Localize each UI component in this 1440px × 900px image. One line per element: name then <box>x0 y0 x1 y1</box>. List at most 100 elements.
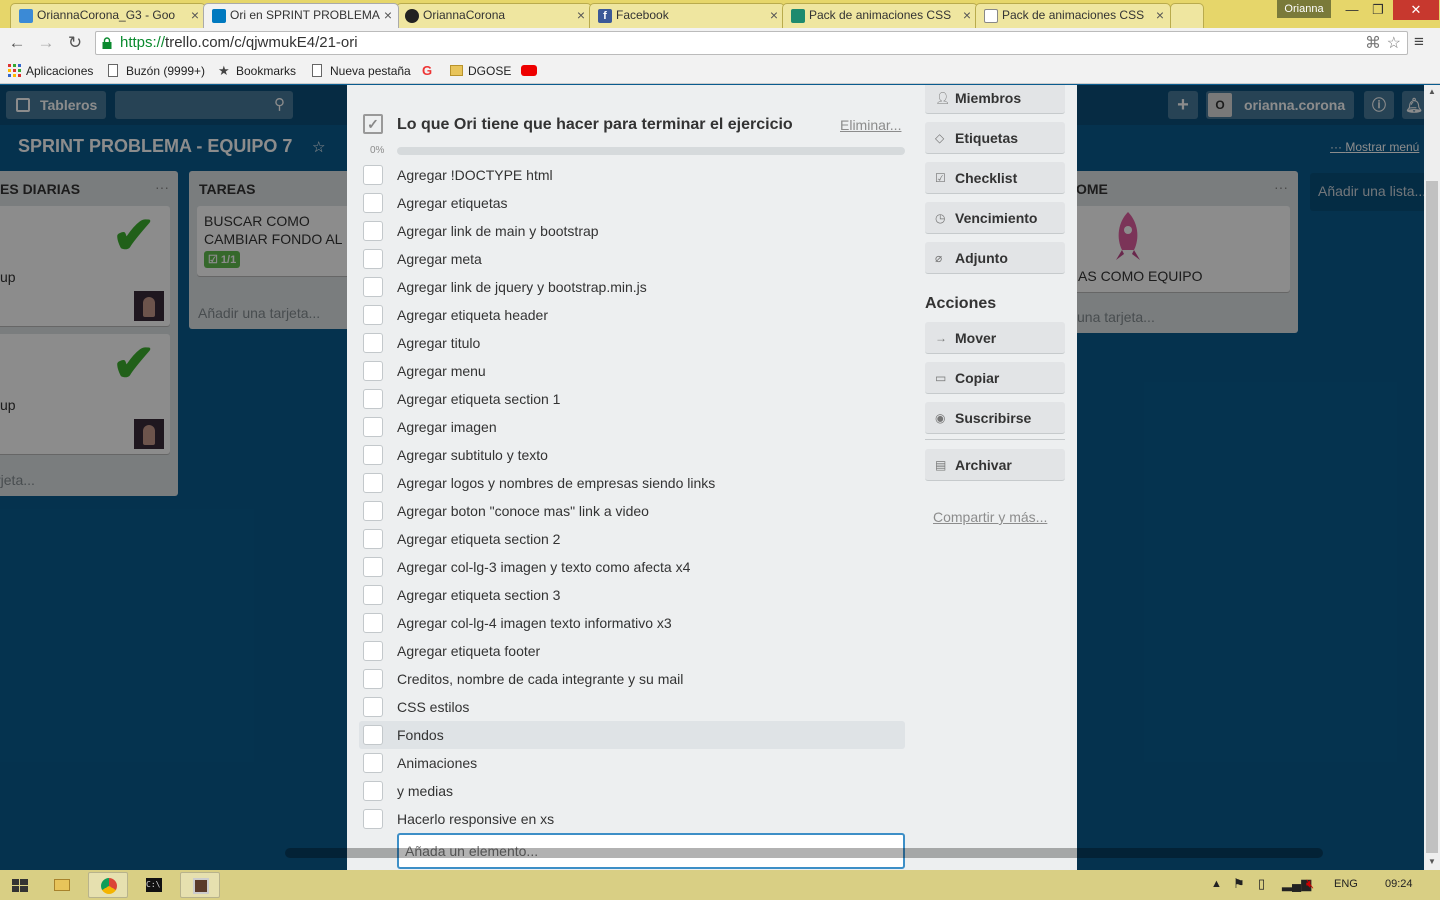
close-icon[interactable]: × <box>577 4 585 27</box>
bookmark-apps[interactable]: Aplicaciones <box>8 63 93 79</box>
checklist-item[interactable]: Agregar col-lg-3 imagen y texto como afe… <box>359 553 905 581</box>
checklist-item[interactable]: Agregar subtitulo y texto <box>359 441 905 469</box>
checklist-item[interactable]: Agregar boton "conoce mas" link a video <box>359 497 905 525</box>
item-text[interactable]: Agregar etiqueta header <box>397 307 548 323</box>
item-text[interactable]: Agregar boton "conoce mas" link a video <box>397 503 649 519</box>
checklist-item[interactable]: Agregar imagen <box>359 413 905 441</box>
clock[interactable]: 09:24 <box>1385 878 1413 890</box>
item-checkbox[interactable] <box>363 585 383 605</box>
item-text[interactable]: Agregar etiquetas <box>397 195 508 211</box>
checklist-item[interactable]: CSS estilos <box>359 693 905 721</box>
due-date-button[interactable]: ◷ Vencimiento <box>925 202 1065 234</box>
item-text[interactable]: Agregar imagen <box>397 419 497 435</box>
checklist-item[interactable]: Agregar etiqueta section 3 <box>359 581 905 609</box>
checklist-item[interactable]: Agregar meta <box>359 245 905 273</box>
tray-expand-icon[interactable]: ▲ <box>1211 878 1222 890</box>
item-checkbox[interactable] <box>363 529 383 549</box>
checklist-item[interactable]: Agregar col-lg-4 imagen texto informativ… <box>359 609 905 637</box>
scrollbar-thumb[interactable] <box>285 848 1323 858</box>
browser-tab[interactable]: Pack de animaciones CSS × <box>975 3 1171 28</box>
item-checkbox[interactable] <box>363 417 383 437</box>
bookmark-nueva-pestana[interactable]: Nueva pestaña <box>312 63 411 79</box>
checklist-item[interactable]: Animaciones <box>359 749 905 777</box>
item-text[interactable]: y medias <box>397 783 453 799</box>
subscribe-button[interactable]: ◉ Suscribirse <box>925 402 1065 434</box>
item-text[interactable]: Hacerlo responsive en xs <box>397 811 554 827</box>
scrollbar-thumb[interactable] <box>1426 181 1438 853</box>
checklist-title[interactable]: Lo que Ori tiene que hacer para terminar… <box>397 116 793 134</box>
horizontal-scrollbar[interactable] <box>10 846 1420 860</box>
checklist-item[interactable]: Agregar etiqueta header <box>359 301 905 329</box>
item-checkbox[interactable] <box>363 725 383 745</box>
reload-icon[interactable]: ↻ <box>64 32 86 54</box>
item-checkbox[interactable] <box>363 641 383 661</box>
item-text[interactable]: Agregar etiqueta footer <box>397 643 540 659</box>
browser-menu-icon[interactable]: ≡ <box>1414 32 1424 52</box>
item-checkbox[interactable] <box>363 305 383 325</box>
terminal-button[interactable]: C:\ <box>134 872 174 898</box>
item-text[interactable]: Fondos <box>397 727 444 743</box>
flag-icon[interactable]: ⚑ <box>1233 876 1245 892</box>
item-checkbox[interactable] <box>363 165 383 185</box>
item-checkbox[interactable] <box>363 697 383 717</box>
item-checkbox[interactable] <box>363 501 383 521</box>
browser-tab[interactable]: OriannaCorona × <box>396 3 592 28</box>
close-icon[interactable]: × <box>770 4 778 27</box>
new-tab-button[interactable] <box>1170 3 1204 28</box>
bookmark-youtube[interactable] <box>521 63 537 79</box>
browser-tab[interactable]: OriannaCorona_G3 - Goo × <box>10 3 206 28</box>
bookmark-star-icon[interactable]: ☆ <box>1387 33 1401 55</box>
item-text[interactable]: Agregar subtitulo y texto <box>397 447 548 463</box>
item-checkbox[interactable] <box>363 361 383 381</box>
archive-button[interactable]: ▤ Archivar <box>925 449 1065 481</box>
item-text[interactable]: Agregar col-lg-3 imagen y texto como afe… <box>397 559 690 575</box>
language-indicator[interactable]: ENG <box>1334 878 1358 890</box>
checklist-item[interactable]: y medias <box>359 777 905 805</box>
item-checkbox[interactable] <box>363 781 383 801</box>
item-text[interactable]: CSS estilos <box>397 699 469 715</box>
app-taskbar-button[interactable] <box>180 872 220 898</box>
close-icon[interactable]: × <box>963 4 971 27</box>
checklist-item[interactable]: Agregar logos y nombres de empresas sien… <box>359 469 905 497</box>
item-checkbox[interactable] <box>363 193 383 213</box>
item-checkbox[interactable] <box>363 473 383 493</box>
translate-icon[interactable]: ⌘ <box>1365 33 1381 55</box>
bookmark-buzon[interactable]: Buzón (9999+) <box>108 63 205 79</box>
item-checkbox[interactable] <box>363 277 383 297</box>
item-text[interactable]: Agregar link de main y bootstrap <box>397 223 599 239</box>
item-text[interactable]: Agregar link de jquery y bootstrap.min.j… <box>397 279 647 295</box>
volume-muted-icon[interactable]: 🔇︎ <box>1306 876 1314 892</box>
back-icon[interactable]: ← <box>6 32 28 54</box>
restore-icon[interactable]: ❐ <box>1364 0 1392 20</box>
close-icon[interactable]: × <box>1156 4 1164 27</box>
attachment-button[interactable]: ⌀ Adjunto <box>925 242 1065 274</box>
copy-button[interactable]: ▭ Copiar <box>925 362 1065 394</box>
item-text[interactable]: Agregar logos y nombres de empresas sien… <box>397 475 715 491</box>
checklist-item[interactable]: Agregar link de jquery y bootstrap.min.j… <box>359 273 905 301</box>
checklist-item[interactable]: Agregar etiqueta section 1 <box>359 385 905 413</box>
file-explorer-button[interactable] <box>42 872 82 898</box>
item-checkbox[interactable] <box>363 221 383 241</box>
item-checkbox[interactable] <box>363 333 383 353</box>
checklist-item[interactable]: Hacerlo responsive en xs <box>359 805 905 833</box>
browser-tab[interactable]: f Facebook × <box>589 3 785 28</box>
bookmark-google[interactable]: G <box>422 63 436 79</box>
checklist-item[interactable]: Agregar etiquetas <box>359 189 905 217</box>
checklist-item[interactable]: Agregar link de main y bootstrap <box>359 217 905 245</box>
move-button[interactable]: → Mover <box>925 322 1065 354</box>
item-text[interactable]: Agregar etiqueta section 3 <box>397 587 560 603</box>
item-checkbox[interactable] <box>363 445 383 465</box>
item-checkbox[interactable] <box>363 249 383 269</box>
checklist-item[interactable]: Agregar etiqueta section 2 <box>359 525 905 553</box>
item-checkbox[interactable] <box>363 613 383 633</box>
delete-checklist-link[interactable]: Eliminar... <box>840 117 901 133</box>
profile-badge[interactable]: Orianna <box>1277 0 1331 18</box>
item-checkbox[interactable] <box>363 557 383 577</box>
checklist-item[interactable]: Agregar etiqueta footer <box>359 637 905 665</box>
item-text[interactable]: Agregar meta <box>397 251 482 267</box>
chrome-taskbar-button[interactable] <box>88 872 128 898</box>
browser-tab-active[interactable]: Ori en SPRINT PROBLEMA × <box>203 3 399 28</box>
share-more-link[interactable]: Compartir y más... <box>933 509 1047 525</box>
close-icon[interactable]: × <box>191 4 199 27</box>
checklist-item[interactable]: Creditos, nombre de cada integrante y su… <box>359 665 905 693</box>
